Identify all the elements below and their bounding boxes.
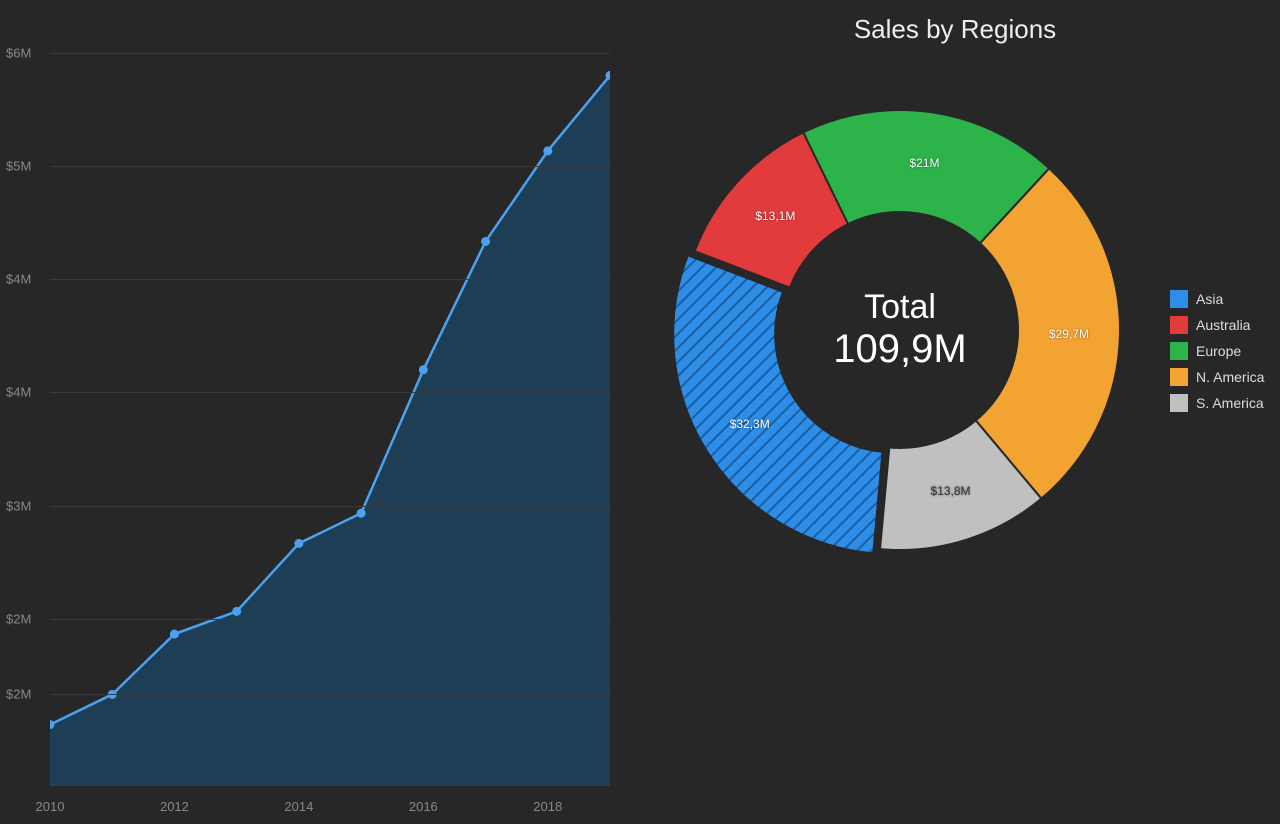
legend-swatch xyxy=(1170,394,1188,412)
x-axis-tick: 2016 xyxy=(409,799,438,814)
donut-chart: Total 109,9M $13,8M $32,3M $13,1M $21M $29,7… xyxy=(650,80,1150,580)
x-axis-tick: 2014 xyxy=(284,799,313,814)
x-axis-tick: 2018 xyxy=(533,799,562,814)
legend-item-europe[interactable]: Europe xyxy=(1170,342,1264,360)
legend-swatch xyxy=(1170,290,1188,308)
area-plot xyxy=(50,15,610,785)
legend-label: S. America xyxy=(1196,395,1264,411)
donut-center-total-label: Total xyxy=(833,288,966,327)
legend-item-s-america[interactable]: S. America xyxy=(1170,394,1264,412)
area-chart: $2M $2M $3M $4M $4M $5M $6M 2010 2012 2014 2016 20… xyxy=(0,0,630,824)
legend-label: Australia xyxy=(1196,317,1250,333)
legend-item-australia[interactable]: Australia xyxy=(1170,316,1264,334)
legend-label: N. America xyxy=(1196,369,1264,385)
area-chart-panel: $2M $2M $3M $4M $4M $5M $6M 2010 2012 2014 2016 20… xyxy=(0,0,630,824)
donut-slice-label: $13,1M xyxy=(755,209,795,223)
donut-legend: Asia Australia Europe N. America S. America xyxy=(1170,290,1264,420)
donut-center-label: Total 109,9M xyxy=(833,288,966,372)
donut-title: Sales by Regions xyxy=(630,14,1280,45)
y-axis-tick: $3M xyxy=(6,498,31,513)
donut-slice-label: $21M xyxy=(909,156,939,170)
y-axis-tick: $6M xyxy=(6,45,31,60)
y-axis-tick: $2M xyxy=(6,687,31,702)
legend-swatch xyxy=(1170,342,1188,360)
donut-slice-label: $29,7M xyxy=(1049,327,1089,341)
donut-chart-panel: Sales by Regions Total 109,9M $13,8M $32,… xyxy=(630,0,1280,824)
y-axis-tick: $4M xyxy=(6,385,31,400)
legend-item-n-america[interactable]: N. America xyxy=(1170,368,1264,386)
donut-slice-label: $13,8M xyxy=(931,484,971,498)
x-axis-tick: 2012 xyxy=(160,799,189,814)
area-svg xyxy=(50,15,610,785)
x-axis-tick: 2010 xyxy=(36,799,65,814)
legend-label: Europe xyxy=(1196,343,1241,359)
y-axis-tick: $4M xyxy=(6,272,31,287)
y-axis-tick: $2M xyxy=(6,611,31,626)
legend-swatch xyxy=(1170,316,1188,334)
legend-label: Asia xyxy=(1196,291,1223,307)
donut-slice-label: $32,3M xyxy=(730,417,770,431)
y-axis-tick: $5M xyxy=(6,158,31,173)
legend-swatch xyxy=(1170,368,1188,386)
legend-item-asia[interactable]: Asia xyxy=(1170,290,1264,308)
donut-center-total-value: 109,9M xyxy=(833,327,966,372)
